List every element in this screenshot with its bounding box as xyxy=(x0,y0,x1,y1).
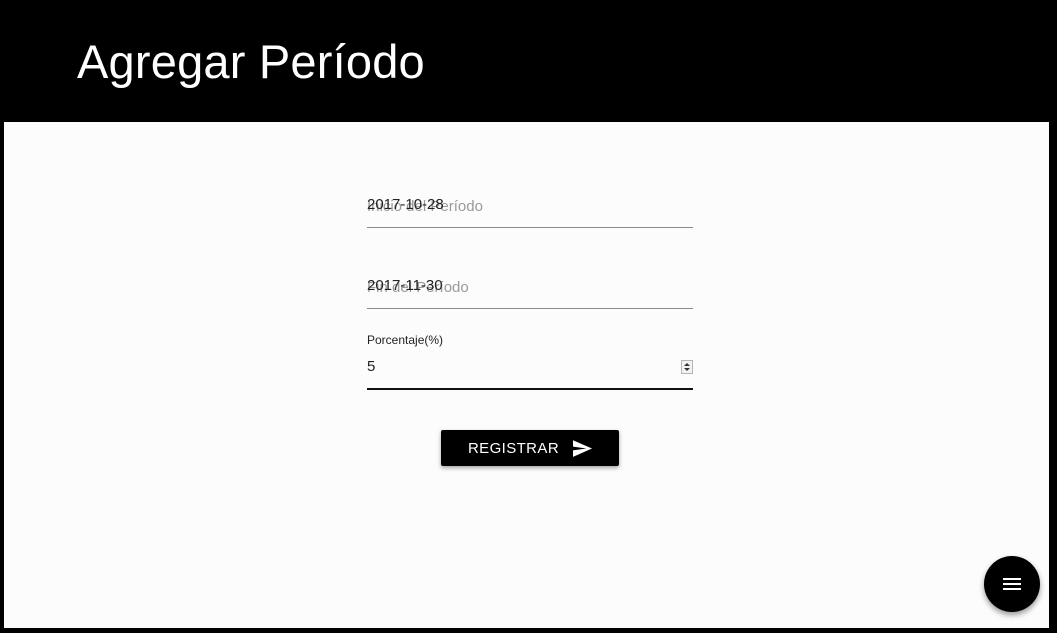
percentage-underline xyxy=(367,388,693,390)
start-date-underline xyxy=(367,227,693,228)
start-date-field[interactable]: Inicio del Período 2017-10-28 xyxy=(367,184,693,228)
period-form: Inicio del Período 2017-10-28 Fin del Pe… xyxy=(367,122,693,628)
menu-fab-button[interactable] xyxy=(984,556,1040,612)
percentage-stepper[interactable] xyxy=(681,360,693,374)
percentage-label: Porcentaje(%) xyxy=(367,333,444,347)
end-date-field[interactable]: Fin del Período 2017-11-30 xyxy=(367,265,693,309)
end-date-value[interactable]: 2017-11-30 xyxy=(367,277,443,294)
register-button-label: REGISTRAR xyxy=(467,439,560,457)
app-header: Agregar Período xyxy=(0,0,1057,122)
register-button[interactable]: REGISTRAR xyxy=(441,430,619,466)
stepper-down-icon[interactable] xyxy=(684,368,690,371)
page: Agregar Período Inicio del Período 2017-… xyxy=(0,0,1057,633)
main-content: Inicio del Período 2017-10-28 Fin del Pe… xyxy=(4,122,1049,628)
percentage-field[interactable]: Porcentaje(%) 5 xyxy=(367,330,693,390)
menu-icon xyxy=(1003,577,1021,591)
page-title: Agregar Período xyxy=(77,35,425,88)
end-date-underline xyxy=(367,308,693,309)
stepper-up-icon[interactable] xyxy=(684,363,690,366)
start-date-value[interactable]: 2017-10-28 xyxy=(367,196,444,213)
percentage-input[interactable]: 5 xyxy=(367,358,375,375)
send-icon xyxy=(573,439,593,457)
